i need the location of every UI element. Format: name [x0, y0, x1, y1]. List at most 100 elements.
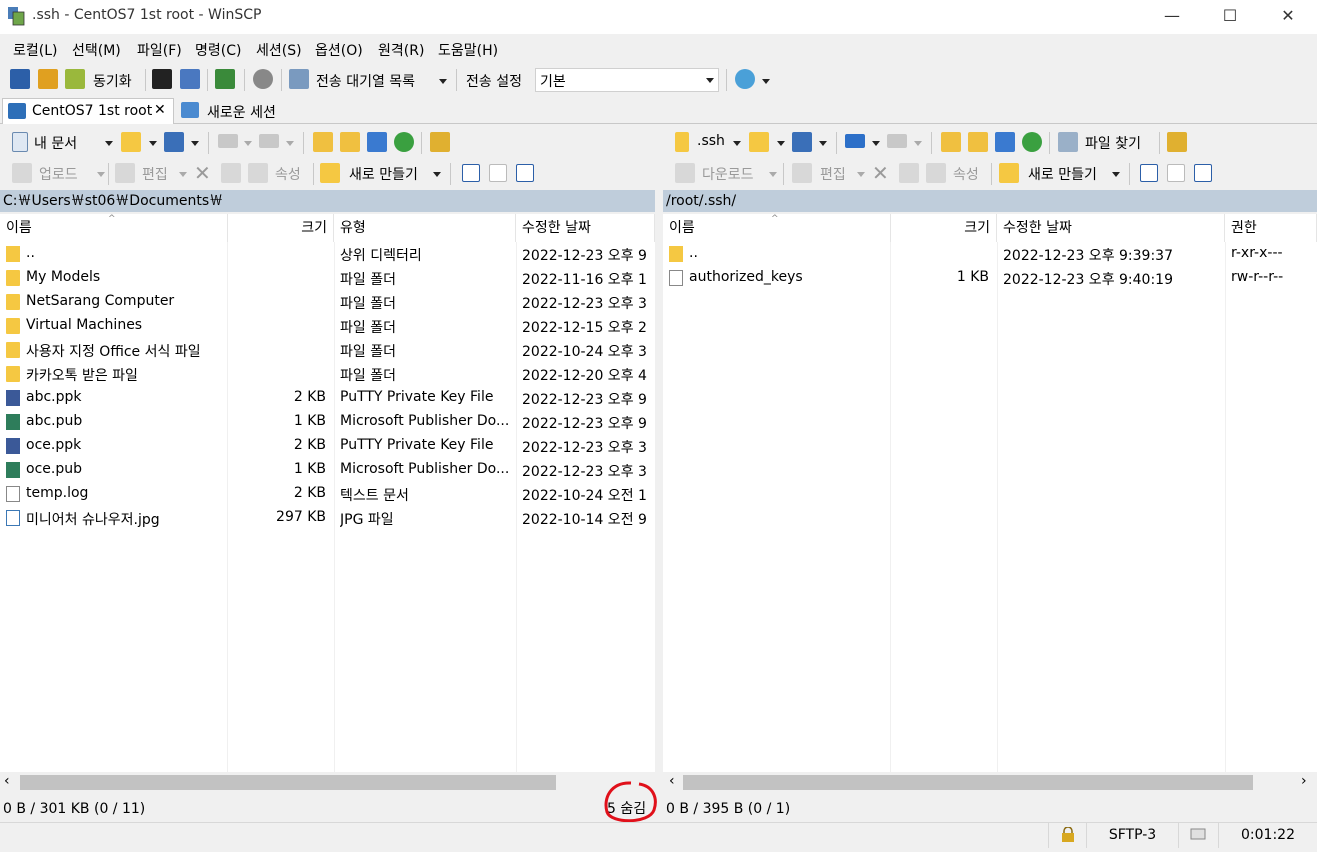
- table-row[interactable]: abc.ppk 2 KB PuTTY Private Key File 2022-12…: [0, 386, 655, 410]
- chevron-down-icon[interactable]: [286, 141, 294, 146]
- putty-icon[interactable]: [180, 69, 200, 89]
- table-row[interactable]: 카카오톡 받은 파일 파일 폴더 2022-12-20 오후 4: [0, 362, 655, 386]
- chevron-down-icon[interactable]: [1112, 172, 1120, 177]
- chevron-down-icon[interactable]: [857, 172, 865, 177]
- synchronize-label[interactable]: 동기화: [93, 71, 132, 91]
- forward-arrow-icon[interactable]: [887, 134, 907, 148]
- find-files-icon[interactable]: [1058, 132, 1078, 152]
- root-folder-icon[interactable]: [340, 132, 360, 152]
- menu-session[interactable]: 세션(S): [256, 40, 302, 60]
- rename-icon[interactable]: [899, 163, 919, 183]
- properties-icon[interactable]: [248, 163, 268, 183]
- local-col-size[interactable]: 크기: [228, 214, 334, 242]
- tree-icon[interactable]: [1167, 132, 1187, 152]
- chevron-down-icon[interactable]: [777, 141, 785, 146]
- local-path-bar[interactable]: C:￦Users￦st06￦Documents￦: [0, 190, 655, 212]
- remote-file-list[interactable]: 이름 크기 수정한 날짜 권한 ^ .. 2022-12-23 오후 9:39:3…: [663, 214, 1317, 772]
- edit-icon[interactable]: [792, 163, 812, 183]
- table-row[interactable]: abc.pub 1 KB Microsoft Publisher Do... 2022…: [0, 410, 655, 434]
- new-folder-icon[interactable]: [320, 163, 340, 183]
- chevron-down-icon[interactable]: [105, 141, 113, 146]
- chevron-down-icon[interactable]: [914, 141, 922, 146]
- tab-new-session[interactable]: 새로운 세션: [176, 98, 292, 124]
- remote-col-permissions[interactable]: 권한: [1225, 214, 1317, 242]
- menu-file[interactable]: 파일(F): [137, 40, 182, 60]
- open-folder-icon[interactable]: [121, 132, 141, 152]
- remote-col-date[interactable]: 수정한 날짜: [997, 214, 1225, 242]
- local-col-type[interactable]: 유형: [334, 214, 516, 242]
- tab-session[interactable]: CentOS7 1st root ✕: [2, 98, 174, 124]
- table-row[interactable]: 미니어처 슈나우저.jpg 297 KB JPG 파일 2022-10-14 오전 9: [0, 506, 655, 530]
- properties-button[interactable]: 속성: [275, 164, 301, 184]
- local-col-date[interactable]: 수정한 날짜: [516, 214, 655, 242]
- menu-local[interactable]: 로컬(L): [13, 40, 57, 60]
- new-button[interactable]: 새로 만들기: [349, 164, 418, 184]
- parent-folder-icon[interactable]: [941, 132, 961, 152]
- filter-select-icon[interactable]: [1194, 164, 1212, 182]
- root-folder-icon[interactable]: [968, 132, 988, 152]
- local-location[interactable]: 내 문서: [34, 133, 77, 153]
- table-row[interactable]: oce.pub 1 KB Microsoft Publisher Do... 2022…: [0, 458, 655, 482]
- lock-icon[interactable]: [1048, 823, 1086, 848]
- rename-icon[interactable]: [221, 163, 241, 183]
- back-arrow-icon[interactable]: [845, 134, 865, 148]
- parent-folder-icon[interactable]: [313, 132, 333, 152]
- delete-icon[interactable]: ✕: [194, 161, 211, 185]
- scroll-left-icon[interactable]: ‹: [669, 773, 675, 789]
- home-icon[interactable]: [367, 132, 387, 152]
- sync-browse-icon[interactable]: [38, 69, 58, 89]
- transfer-settings-select[interactable]: 기본: [535, 68, 719, 92]
- select-plus-icon[interactable]: [1140, 164, 1158, 182]
- gear-icon[interactable]: [253, 69, 273, 89]
- queue-icon[interactable]: [289, 69, 309, 89]
- remote-location[interactable]: .ssh: [697, 133, 725, 149]
- chevron-down-icon[interactable]: [97, 172, 105, 177]
- scroll-right-icon[interactable]: ›: [1301, 773, 1307, 789]
- chevron-down-icon[interactable]: [769, 172, 777, 177]
- filter-select-icon[interactable]: [516, 164, 534, 182]
- delete-icon[interactable]: ✕: [872, 161, 889, 185]
- table-row[interactable]: 사용자 지정 Office 서식 파일 파일 폴더 2022-10-24 오후 3: [0, 338, 655, 362]
- home-icon[interactable]: [995, 132, 1015, 152]
- compare-directories-icon[interactable]: [10, 69, 30, 89]
- maximize-button[interactable]: ☐: [1201, 0, 1259, 32]
- tree-icon[interactable]: [430, 132, 450, 152]
- console-icon[interactable]: [152, 69, 172, 89]
- chevron-down-icon[interactable]: [149, 141, 157, 146]
- table-row[interactable]: NetSarang Computer 파일 폴더 2022-12-23 오후 3: [0, 290, 655, 314]
- filter-icon[interactable]: [792, 132, 812, 152]
- download-button[interactable]: 다운로드: [702, 164, 754, 184]
- edit-button[interactable]: 편집: [142, 164, 168, 184]
- scroll-thumb[interactable]: [683, 775, 1253, 790]
- chevron-down-icon[interactable]: [819, 141, 827, 146]
- chevron-down-icon[interactable]: [191, 141, 199, 146]
- forward-arrow-icon[interactable]: [259, 134, 279, 148]
- remote-col-size[interactable]: 크기: [891, 214, 997, 242]
- table-row[interactable]: My Models 파일 폴더 2022-11-16 오후 1: [0, 266, 655, 290]
- menu-options[interactable]: 옵션(O): [315, 40, 363, 60]
- new-button[interactable]: 새로 만들기: [1028, 164, 1097, 184]
- queue-list-button[interactable]: 전송 대기열 목록: [316, 71, 415, 91]
- properties-button[interactable]: 속성: [953, 164, 979, 184]
- close-window-button[interactable]: ✕: [1259, 0, 1317, 32]
- open-folder-icon[interactable]: [749, 132, 769, 152]
- table-row[interactable]: Virtual Machines 파일 폴더 2022-12-15 오후 2: [0, 314, 655, 338]
- select-minus-icon[interactable]: [489, 164, 507, 182]
- scroll-thumb[interactable]: [20, 775, 556, 790]
- upload-icon[interactable]: [12, 163, 32, 183]
- find-files-button[interactable]: 파일 찾기: [1085, 133, 1141, 153]
- local-file-list[interactable]: 이름 크기 유형 수정한 날짜 ^ .. 상위 디렉터리 2022-12-23 오후…: [0, 214, 655, 772]
- chevron-down-icon[interactable]: [762, 79, 770, 84]
- properties-icon[interactable]: [926, 163, 946, 183]
- scroll-left-icon[interactable]: ‹: [4, 773, 10, 789]
- chevron-down-icon[interactable]: [433, 172, 441, 177]
- chevron-down-icon[interactable]: [733, 141, 741, 146]
- remote-horizontal-scrollbar[interactable]: ‹ ›: [663, 772, 1317, 794]
- select-minus-icon[interactable]: [1167, 164, 1185, 182]
- menu-remote[interactable]: 원격(R): [378, 40, 424, 60]
- globe-icon[interactable]: [735, 69, 755, 89]
- edit-button[interactable]: 편집: [820, 164, 846, 184]
- chevron-down-icon[interactable]: [439, 79, 447, 84]
- upload-button[interactable]: 업로드: [39, 164, 78, 184]
- local-horizontal-scrollbar[interactable]: ‹: [0, 772, 655, 794]
